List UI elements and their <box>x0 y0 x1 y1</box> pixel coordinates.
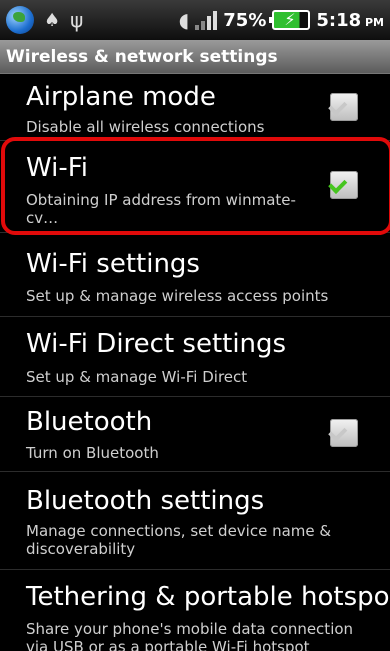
item-summary: Set up & manage Wi-Fi Direct <box>26 368 248 386</box>
list-item-wifi[interactable]: Wi-Fi Obtaining IP address from winmate-… <box>0 141 390 233</box>
list-item-tethering[interactable]: Tethering & portable hotspot Share your … <box>0 570 390 651</box>
list-item-wifi-direct-settings[interactable]: Wi-Fi Direct settings Set up & manage Wi… <box>0 317 390 397</box>
item-title: Bluetooth settings <box>26 486 265 516</box>
bluetooth-checkbox[interactable] <box>328 419 358 447</box>
wifi-icon: ◖ <box>178 8 190 32</box>
list-item-wifi-settings[interactable]: Wi-Fi settings Set up & manage wireless … <box>0 233 390 317</box>
item-title: Wi-Fi settings <box>26 249 200 279</box>
battery-percent: 75% <box>223 9 267 31</box>
check-icon <box>328 422 348 442</box>
battery-icon: ⚡ <box>269 10 311 30</box>
item-title: Tethering & portable hotspot <box>26 582 390 612</box>
item-summary: Manage connections, set device name & di… <box>26 522 332 558</box>
settings-list: Airplane mode Disable all wireless conne… <box>0 74 390 651</box>
item-title: Wi-Fi <box>26 153 89 183</box>
item-summary: Turn on Bluetooth <box>26 444 159 462</box>
clock: 5:18 PM <box>316 10 384 31</box>
list-item-bluetooth-settings[interactable]: Bluetooth settings Manage connections, s… <box>0 472 390 570</box>
settings-screen: ♠ ψ ◖ 75% ⚡ 5:18 PM Wireless & network s… <box>0 0 390 651</box>
list-item-bluetooth[interactable]: Bluetooth Turn on Bluetooth <box>0 397 390 472</box>
wifi-checkbox[interactable] <box>328 171 358 199</box>
usb-icon: ψ <box>70 8 84 32</box>
signal-icon <box>195 10 218 30</box>
item-title: Wi-Fi Direct settings <box>26 329 287 359</box>
check-icon <box>328 96 348 116</box>
check-icon <box>328 174 348 194</box>
clock-ampm: PM <box>364 15 384 29</box>
airplane-mode-checkbox[interactable] <box>328 93 358 121</box>
page-title: Wireless & network settings <box>0 40 390 74</box>
item-summary: Set up & manage wireless access points <box>26 287 329 305</box>
clock-time: 5:18 <box>316 9 362 31</box>
item-title: Airplane mode <box>26 82 216 112</box>
item-summary: Share your phone's mobile data connectio… <box>26 620 354 651</box>
item-summary: Obtaining IP address from winmate-cv… <box>26 191 296 227</box>
list-item-airplane-mode[interactable]: Airplane mode Disable all wireless conne… <box>0 74 390 141</box>
item-title: Bluetooth <box>26 407 153 437</box>
item-summary: Disable all wireless connections <box>26 118 265 136</box>
globe-notification-icon <box>6 6 34 34</box>
status-bar: ♠ ψ ◖ 75% ⚡ 5:18 PM <box>0 0 390 40</box>
android-debug-icon: ♠ <box>44 9 61 31</box>
